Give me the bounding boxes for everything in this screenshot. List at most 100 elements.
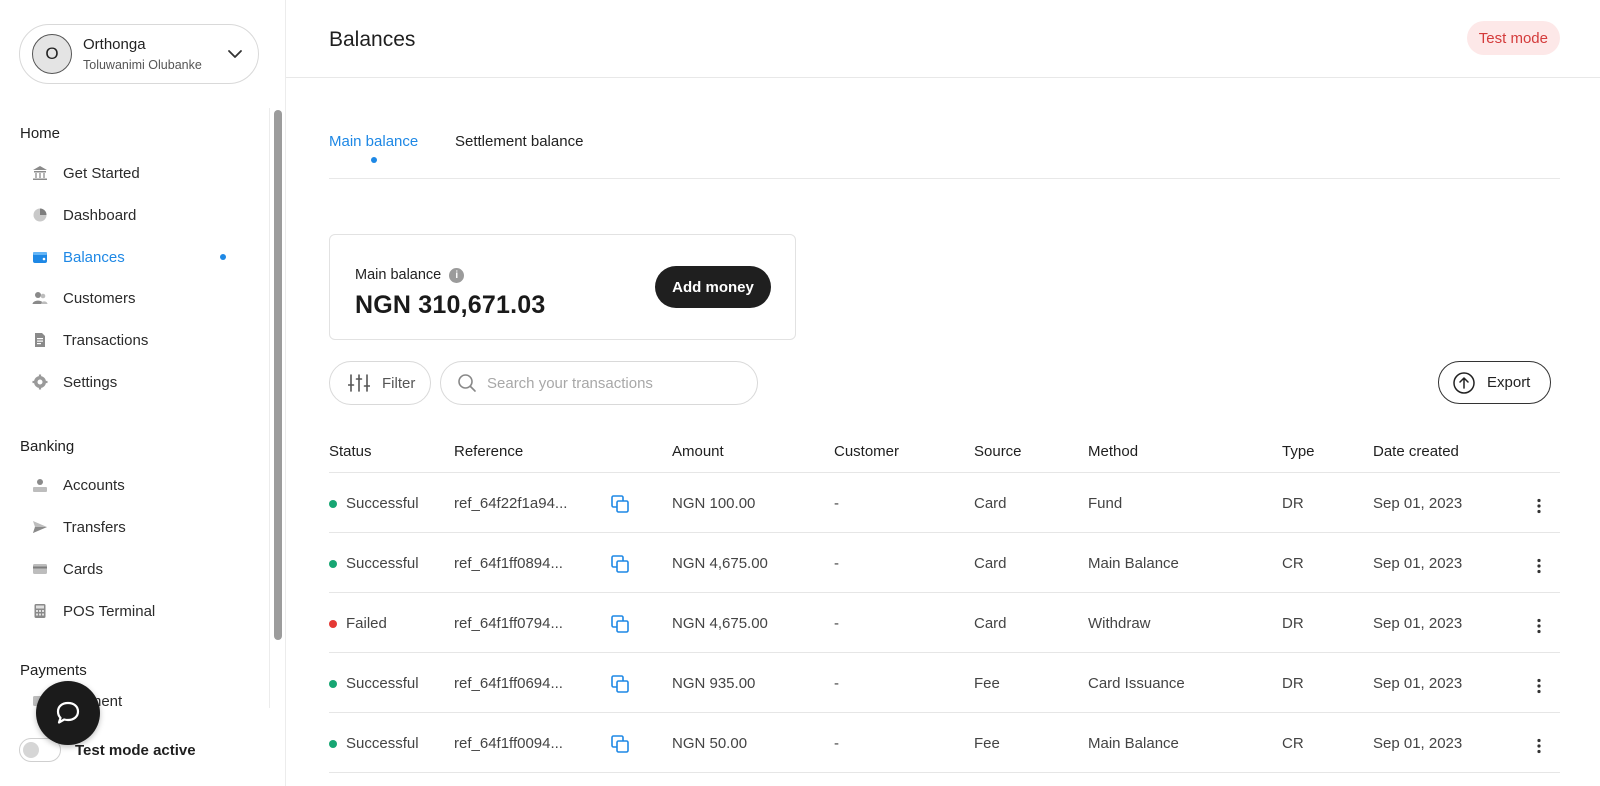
avatar: O — [32, 34, 72, 74]
sidebar-item-balances[interactable]: Balances — [20, 241, 240, 273]
transactions-table: Status Reference Amount Customer Source … — [329, 432, 1560, 773]
filter-button[interactable]: Filter — [329, 361, 431, 405]
status-cell: Successful — [329, 495, 419, 512]
method-cell: Main Balance — [1088, 735, 1179, 752]
customer-cell: - — [834, 735, 839, 752]
reference-cell: ref_64f1ff0694... — [454, 675, 563, 692]
status-cell: Successful — [329, 735, 419, 752]
search-box — [440, 361, 758, 405]
chevron-down-icon[interactable] — [226, 45, 244, 63]
active-indicator — [220, 254, 226, 260]
type-cell: DR — [1282, 675, 1304, 692]
table-body: Successful ref_64f22f1a94... NGN 100.00 … — [329, 473, 1560, 773]
more-options-icon[interactable] — [1531, 737, 1547, 755]
source-cell: Card — [974, 555, 1007, 572]
sidebar-item-settings[interactable]: Settings — [20, 366, 240, 398]
section-title-home: Home — [20, 125, 61, 142]
copy-icon[interactable] — [610, 674, 630, 694]
test-mode-label: Test mode active — [75, 741, 196, 759]
copy-icon[interactable] — [610, 734, 630, 754]
type-cell: DR — [1282, 495, 1304, 512]
sidebar-item-get-started[interactable]: Get Started — [20, 157, 240, 189]
column-header: Amount — [672, 443, 724, 460]
amount-cell: NGN 50.00 — [672, 735, 748, 752]
status-dot — [329, 559, 337, 568]
column-header: Customer — [834, 443, 900, 460]
page-title: Balances — [329, 28, 416, 51]
copy-icon[interactable] — [610, 614, 630, 634]
balance-label-row: Main balance i — [355, 267, 465, 283]
balance-tabs: Main balance Settlement balance — [329, 130, 1560, 179]
status-dot — [329, 679, 337, 688]
date-cell: Sep 01, 2023 — [1373, 495, 1463, 512]
more-options-icon[interactable] — [1531, 497, 1547, 515]
topbar: Balances Test mode — [286, 0, 1600, 78]
send-icon — [32, 519, 48, 535]
sidebar-item-transfers[interactable]: Transfers — [20, 511, 240, 543]
method-cell: Card Issuance — [1088, 675, 1185, 692]
chat-button[interactable] — [36, 681, 100, 745]
app: O Orthonga Toluwanimi Olubanke Home Get … — [0, 0, 1600, 786]
column-header: Method — [1088, 443, 1139, 460]
calculator-icon — [32, 603, 48, 619]
date-cell: Sep 01, 2023 — [1373, 615, 1463, 632]
wallet-icon — [32, 249, 48, 265]
amount-cell: NGN 100.00 — [672, 495, 756, 512]
export-button[interactable]: Export — [1438, 361, 1551, 404]
sidebar-scrollbar-thumb[interactable] — [274, 110, 282, 640]
balance-card: Main balance i NGN 310,671.03 Add money — [329, 234, 796, 340]
more-options-icon[interactable] — [1531, 617, 1547, 635]
status-cell: Failed — [329, 615, 387, 632]
sidebar-item-pos-terminal[interactable]: POS Terminal — [20, 595, 240, 627]
table-row[interactable]: Successful ref_64f1ff0894... NGN 4,675.0… — [329, 533, 1560, 593]
active-tab-indicator — [371, 157, 377, 163]
sidebar-item-accounts[interactable]: Accounts — [20, 469, 240, 501]
table-row[interactable]: Failed ref_64f1ff0794... NGN 4,675.00 - … — [329, 593, 1560, 653]
column-header: Date created — [1373, 443, 1459, 460]
table-row[interactable]: Successful ref_64f22f1a94... NGN 100.00 … — [329, 473, 1560, 533]
sidebar-item-transactions[interactable]: Transactions — [20, 324, 240, 356]
upload-icon — [1453, 371, 1475, 394]
date-cell: Sep 01, 2023 — [1373, 555, 1463, 572]
account-icon — [32, 477, 48, 493]
reference-cell: ref_64f1ff0794... — [454, 615, 563, 632]
column-header: Status — [329, 443, 372, 460]
type-cell: CR — [1282, 555, 1304, 572]
source-cell: Card — [974, 495, 1007, 512]
search-input[interactable] — [487, 374, 737, 392]
source-cell: Card — [974, 615, 1007, 632]
document-icon — [32, 332, 48, 348]
column-header: Reference — [454, 443, 524, 460]
table-row[interactable]: Successful ref_64f1ff0694... NGN 935.00 … — [329, 653, 1560, 713]
more-options-icon[interactable] — [1531, 557, 1547, 575]
customer-cell: - — [834, 495, 839, 512]
tab-settlement-balance[interactable]: Settlement balance — [455, 133, 583, 150]
source-cell: Fee — [974, 735, 1000, 752]
bank-icon — [32, 165, 48, 181]
amount-cell: NGN 4,675.00 — [672, 615, 768, 632]
type-cell: CR — [1282, 735, 1304, 752]
copy-icon[interactable] — [610, 554, 630, 574]
method-cell: Fund — [1088, 495, 1123, 512]
tab-main-balance[interactable]: Main balance — [329, 133, 418, 150]
account-switcher[interactable]: O Orthonga Toluwanimi Olubanke — [19, 24, 259, 84]
table-header: Status Reference Amount Customer Source … — [329, 432, 1560, 473]
sidebar-item-customers[interactable]: Customers — [20, 282, 240, 314]
card-icon — [32, 561, 48, 577]
search-icon — [458, 374, 476, 392]
sidebar-item-dashboard[interactable]: Dashboard — [20, 199, 240, 231]
copy-icon[interactable] — [610, 494, 630, 514]
account-user: Toluwanimi Olubanke — [83, 58, 202, 72]
section-title-banking: Banking — [20, 438, 75, 455]
sliders-icon — [348, 373, 370, 393]
source-cell: Fee — [974, 675, 1000, 692]
column-header: Type — [1282, 443, 1315, 460]
status-dot — [329, 619, 337, 628]
info-icon[interactable]: i — [449, 267, 465, 283]
amount-cell: NGN 4,675.00 — [672, 555, 768, 572]
add-money-button[interactable]: Add money — [655, 266, 771, 308]
customer-cell: - — [834, 555, 839, 572]
more-options-icon[interactable] — [1531, 677, 1547, 695]
sidebar-item-cards[interactable]: Cards — [20, 553, 240, 585]
table-row[interactable]: Successful ref_64f1ff0094... NGN 50.00 -… — [329, 713, 1560, 773]
